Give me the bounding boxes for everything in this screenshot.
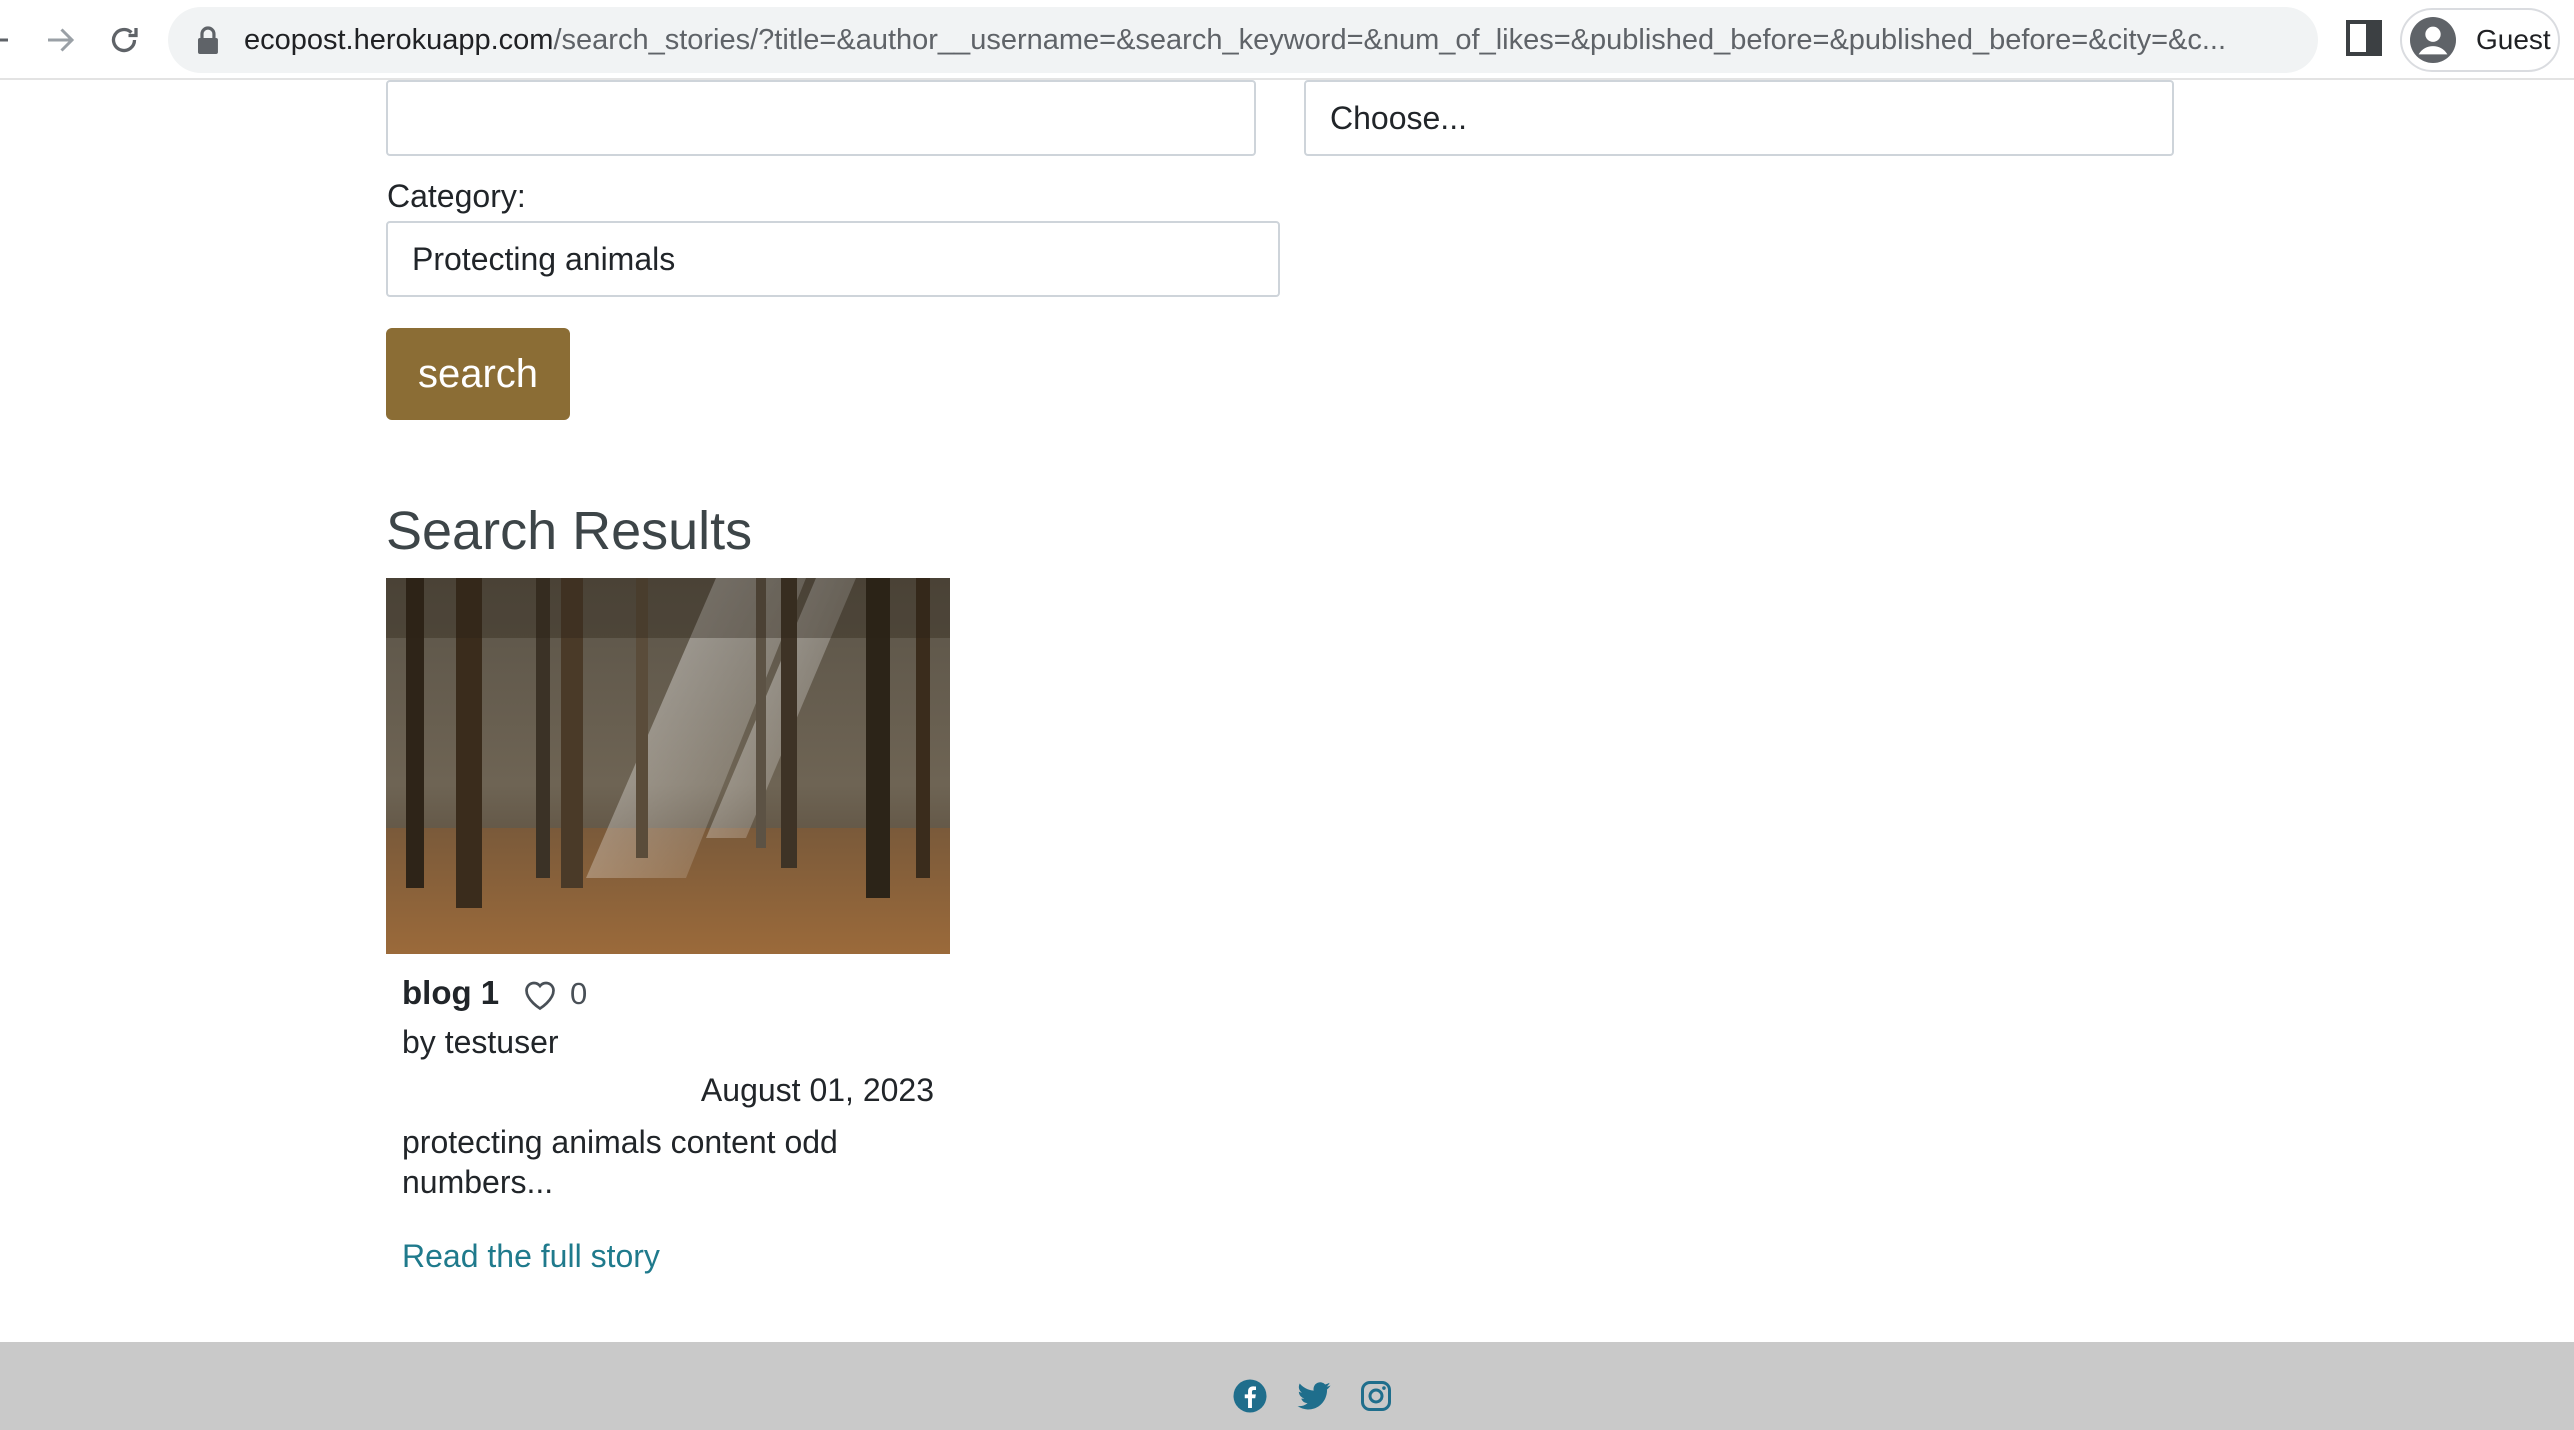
profile-label: Guest — [2476, 24, 2551, 55]
category-label: Category: — [387, 178, 526, 214]
back-arrow-icon — [0, 38, 8, 42]
twitter-icon[interactable] — [1296, 1378, 1332, 1414]
forward-arrow-icon — [48, 28, 75, 52]
instagram-icon[interactable] — [1358, 1378, 1394, 1414]
footer — [0, 1342, 2574, 1430]
avatar-icon — [2410, 17, 2456, 63]
profile-button[interactable]: Guest — [2400, 8, 2560, 72]
filter-select-value: Choose... — [1330, 99, 1467, 136]
story-excerpt: protecting animals content odd numbers..… — [402, 1124, 838, 1200]
url-path: /search_stories/?title=&author__username… — [553, 23, 2227, 56]
search-button[interactable]: search — [386, 328, 570, 420]
text-input[interactable] — [386, 80, 1256, 156]
url-host: ecopost.herokuapp.com — [243, 23, 554, 56]
address-bar[interactable]: ecopost.herokuapp.com/search_stories/?ti… — [168, 7, 2318, 73]
story-date: August 01, 2023 — [700, 1072, 934, 1108]
reload-icon — [111, 27, 138, 53]
back-button[interactable] — [0, 14, 22, 66]
read-full-story-link[interactable]: Read the full story — [402, 1238, 660, 1275]
search-results-heading: Search Results — [386, 501, 753, 561]
like-count: 0 — [570, 976, 588, 1011]
filter-select[interactable]: Choose... — [1304, 80, 2174, 156]
category-select[interactable]: Protecting animals — [386, 221, 1280, 297]
story-title: blog 1 — [402, 974, 500, 1011]
category-select-value: Protecting animals — [412, 240, 676, 277]
lock-icon — [197, 26, 218, 54]
heart-icon[interactable] — [522, 978, 558, 1012]
side-panel-icon[interactable] — [2344, 18, 2384, 58]
story-card-image[interactable] — [386, 578, 950, 954]
facebook-icon[interactable] — [1232, 1378, 1268, 1414]
story-author: by testuser — [402, 1024, 559, 1060]
forward-button[interactable] — [34, 14, 86, 66]
url-text: ecopost.herokuapp.com/search_stories/?ti… — [244, 24, 2318, 57]
reload-button[interactable] — [98, 14, 150, 66]
browser-toolbar: ecopost.herokuapp.com/search_stories/?ti… — [0, 0, 2574, 80]
